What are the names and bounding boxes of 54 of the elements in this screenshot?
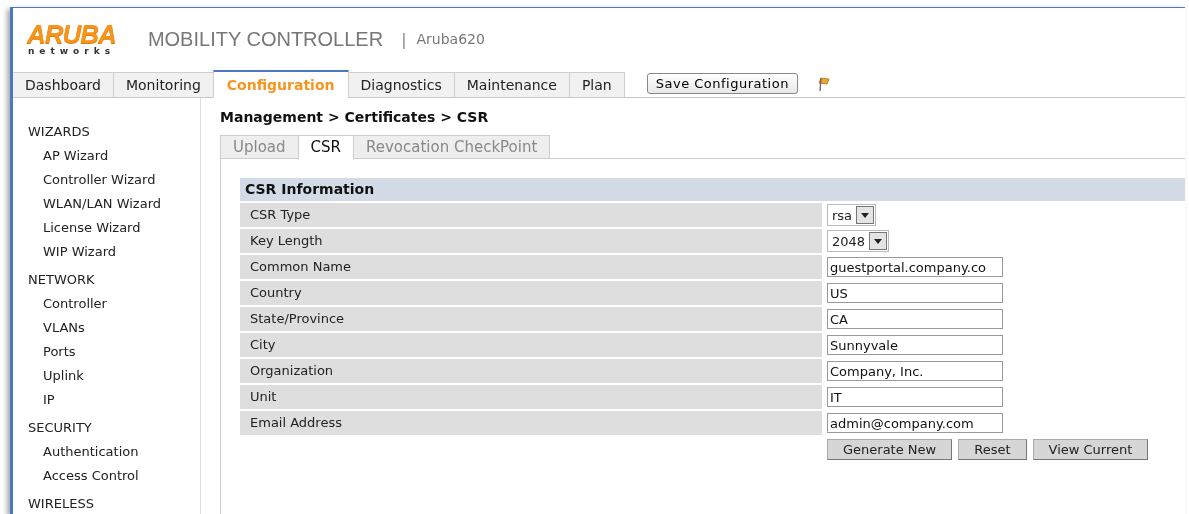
sidebar-item[interactable]: Authentication [13,440,139,464]
nav-tab[interactable]: Dashboard [13,72,114,97]
input-field[interactable]: CA [827,309,1003,329]
nav-tab[interactable]: Plan [568,72,625,97]
sidebar-item[interactable]: WIP Wizard [13,240,116,264]
save-configuration-button[interactable]: Save Configuration [646,73,798,94]
nav-tab[interactable]: Diagnostics [347,72,455,97]
input-field[interactable]: Sunnyvale [827,335,1003,355]
input-field[interactable]: IT [827,387,1003,407]
product-title: MOBILITY CONTROLLER [147,27,384,51]
caret-icon[interactable] [869,232,888,250]
input-field[interactable]: US [827,283,1003,303]
field-label: City [240,333,822,357]
sidebar-item[interactable]: Access Control [13,464,139,488]
input-field[interactable]: admin@company.com [827,413,1003,433]
field-label: Key Length [240,229,822,253]
sidebar-heading: WIRELESS [27,495,95,513]
action-button[interactable]: Reset [958,439,1027,460]
title-separator: | [401,29,407,49]
sidebar-item[interactable]: Ports [13,340,76,364]
sidebar-item[interactable]: VLANs [13,316,85,340]
input-field[interactable]: guestportal.company.co [827,257,1003,277]
logo-text: ARUBA [27,21,116,46]
nav-tab[interactable]: Maintenance [453,72,570,97]
sidebar-item[interactable]: Uplink [13,364,84,388]
sidebar-item[interactable]: AP Wizard [13,144,109,168]
field-label: State/Province [240,307,822,331]
caret-icon[interactable] [856,206,875,224]
field-label: CSR Type [240,203,822,227]
nav-tab[interactable]: Monitoring [112,72,214,97]
flag-icon[interactable] [817,77,830,92]
action-button[interactable]: View Current [1032,439,1149,460]
section-header: CSR Information [240,178,1185,201]
sidebar-heading: NETWORK [27,271,96,289]
device-name: Aruba620 [416,31,485,47]
input-field[interactable]: Company, Inc. [827,361,1003,381]
field-label: Email Address [240,411,822,435]
sidebar-heading: SECURITY [27,419,93,437]
sidebar-heading: WIZARDS [27,123,91,141]
logo-subtitle: networks [27,45,115,57]
sidebar-item[interactable]: License Wizard [13,216,141,240]
action-button[interactable]: Generate New [827,439,953,460]
dropdown[interactable]: rsa [827,204,877,226]
field-label: Organization [240,359,822,383]
dropdown[interactable]: 2048 [827,230,890,252]
field-label: Unit [240,385,822,409]
field-label: Country [240,281,822,305]
sub-tab[interactable]: CSR [297,135,354,160]
sidebar-item[interactable]: Controller Wizard [13,168,156,192]
breadcrumb: Management > Certificates > CSR [220,109,490,125]
field-label: Common Name [240,255,822,279]
sidebar-item[interactable]: WLAN/LAN Wizard [13,192,162,216]
sidebar-item[interactable]: IP [13,388,55,412]
sidebar-item[interactable]: Controller [13,292,107,316]
